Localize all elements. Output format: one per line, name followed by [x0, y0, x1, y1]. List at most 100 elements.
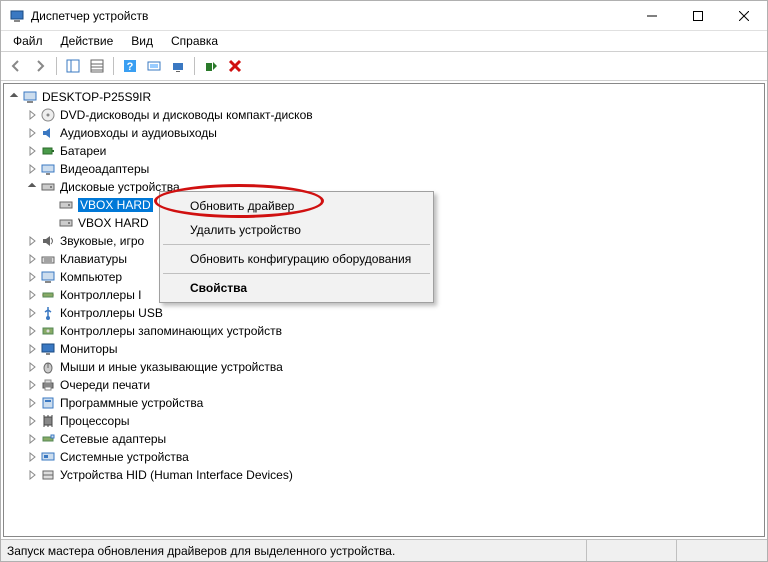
tree-item-label: Контроллеры запоминающих устройств [60, 324, 282, 338]
title-bar: Диспетчер устройств [1, 1, 767, 31]
hid-icon [40, 467, 56, 483]
tree-item-label: VBOX HARD [78, 198, 153, 212]
tree-item-mouse[interactable]: Мыши и иные указывающие устройства [4, 358, 764, 376]
tree-item-software[interactable]: Программные устройства [4, 394, 764, 412]
help-button[interactable]: ? [119, 55, 141, 77]
back-button[interactable] [5, 55, 27, 77]
menu-action[interactable]: Действие [53, 32, 122, 50]
mouse-icon [40, 359, 56, 375]
expand-icon[interactable] [26, 253, 38, 265]
tree-item-label: Сетевые адаптеры [60, 432, 166, 446]
expand-icon[interactable] [26, 109, 38, 121]
expand-icon[interactable] [26, 145, 38, 157]
tree-item-label: VBOX HARD [78, 216, 149, 230]
minimize-button[interactable] [629, 1, 675, 31]
status-cell-empty [587, 540, 677, 561]
disk-drive-icon [58, 215, 74, 231]
expand-icon[interactable] [26, 361, 38, 373]
expand-icon[interactable] [26, 343, 38, 355]
ctx-properties[interactable]: Свойства [162, 276, 431, 300]
status-cell-empty [677, 540, 767, 561]
show-hide-tree-button[interactable] [62, 55, 84, 77]
tree-item-label: Звуковые, игро [60, 234, 144, 248]
tree-item-print[interactable]: Очереди печати [4, 376, 764, 394]
ctx-update-driver[interactable]: Обновить драйвер [162, 194, 431, 218]
expand-icon[interactable] [26, 415, 38, 427]
ctx-separator [163, 273, 430, 274]
processor-icon [40, 413, 56, 429]
expand-icon[interactable] [26, 163, 38, 175]
collapse-icon[interactable] [26, 181, 38, 193]
uninstall-device-button[interactable] [224, 55, 246, 77]
tree-item-cpu[interactable]: Процессоры [4, 412, 764, 430]
tree-item-dvd[interactable]: DVD-дисководы и дисководы компакт-дисков [4, 106, 764, 124]
context-menu: Обновить драйвер Удалить устройство Обно… [159, 191, 434, 303]
tree-item-label: Клавиатуры [60, 252, 127, 266]
tree-item-system[interactable]: Системные устройства [4, 448, 764, 466]
expand-icon[interactable] [26, 397, 38, 409]
expand-icon[interactable] [26, 127, 38, 139]
tree-item-label: Компьютер [60, 270, 122, 284]
tree-root-label: DESKTOP-P25S9IR [42, 90, 151, 104]
storage-controller-icon [40, 323, 56, 339]
printer-icon [40, 377, 56, 393]
collapse-icon[interactable] [8, 91, 20, 103]
toolbar-separator [113, 57, 114, 75]
network-adapter-icon [40, 431, 56, 447]
expand-icon[interactable] [26, 469, 38, 481]
status-text: Запуск мастера обновления драйверов для … [1, 540, 587, 561]
tree-item-storage[interactable]: Контроллеры запоминающих устройств [4, 322, 764, 340]
tree-item-label: Контроллеры USB [60, 306, 163, 320]
computer-icon [22, 89, 38, 105]
tree-item-label: Аудиовходы и аудиовыходы [60, 126, 217, 140]
ctx-rescan-hardware[interactable]: Обновить конфигурацию оборудования [162, 247, 431, 271]
tree-item-label: Устройства HID (Human Interface Devices) [60, 468, 293, 482]
menu-view[interactable]: Вид [123, 32, 161, 50]
expand-icon[interactable] [26, 433, 38, 445]
tree-item-net[interactable]: Сетевые адаптеры [4, 430, 764, 448]
expand-icon[interactable] [26, 289, 38, 301]
tree-item-monitor[interactable]: Мониторы [4, 340, 764, 358]
tree-item-label: Мыши и иные указывающие устройства [60, 360, 283, 374]
tree-root[interactable]: DESKTOP-P25S9IR [4, 88, 764, 106]
expand-icon[interactable] [26, 325, 38, 337]
keyboard-icon [40, 251, 56, 267]
ctx-separator [163, 244, 430, 245]
expand-icon[interactable] [26, 235, 38, 247]
expander-blank [44, 199, 56, 211]
tree-item-label: Контроллеры I [60, 288, 142, 302]
tree-item-audio[interactable]: Аудиовходы и аудиовыходы [4, 124, 764, 142]
app-icon [9, 8, 25, 24]
menu-file[interactable]: Файл [5, 32, 51, 50]
ctx-remove-device[interactable]: Удалить устройство [162, 218, 431, 242]
forward-button[interactable] [29, 55, 51, 77]
tree-item-hid[interactable]: Устройства HID (Human Interface Devices) [4, 466, 764, 484]
toolbar-separator [56, 57, 57, 75]
computer-icon [40, 269, 56, 285]
status-bar: Запуск мастера обновления драйверов для … [1, 539, 767, 561]
scan-hardware-button[interactable] [143, 55, 165, 77]
audio-icon [40, 125, 56, 141]
expand-icon[interactable] [26, 307, 38, 319]
close-button[interactable] [721, 1, 767, 31]
svg-text:?: ? [127, 61, 134, 73]
tree-item-label: Мониторы [60, 342, 117, 356]
sound-icon [40, 233, 56, 249]
menu-help[interactable]: Справка [163, 32, 226, 50]
tree-item-usb[interactable]: Контроллеры USB [4, 304, 764, 322]
tree-item-battery[interactable]: Батареи [4, 142, 764, 160]
properties-button[interactable] [86, 55, 108, 77]
tree-item-video[interactable]: Видеоадаптеры [4, 160, 764, 178]
device-tree[interactable]: DESKTOP-P25S9IR DVD-дисководы и дисковод… [3, 83, 765, 537]
expand-icon[interactable] [26, 379, 38, 391]
update-driver-button[interactable] [167, 55, 189, 77]
disk-drive-icon [58, 197, 74, 213]
enable-device-button[interactable] [200, 55, 222, 77]
tree-item-label: Программные устройства [60, 396, 203, 410]
expand-icon[interactable] [26, 271, 38, 283]
tree-item-label: Процессоры [60, 414, 130, 428]
maximize-button[interactable] [675, 1, 721, 31]
expand-icon[interactable] [26, 451, 38, 463]
disk-drive-icon [40, 179, 56, 195]
usb-icon [40, 305, 56, 321]
